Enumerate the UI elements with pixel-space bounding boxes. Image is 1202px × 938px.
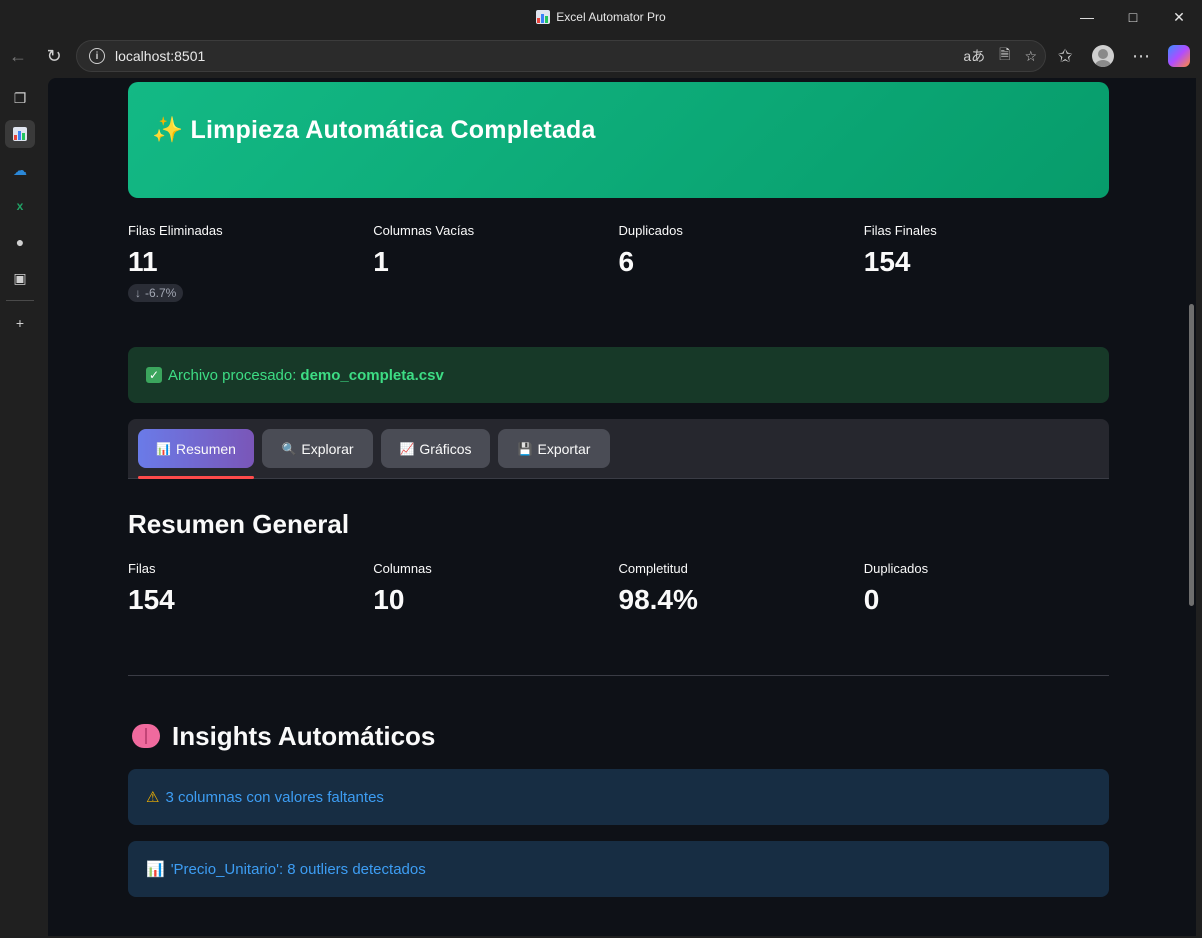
window-title-text: Excel Automator Pro bbox=[556, 10, 666, 24]
screen-icon[interactable]: ▣ bbox=[5, 264, 35, 292]
sparkles-icon: ✨ bbox=[152, 115, 184, 144]
tab-exportar[interactable]: 💾 Exportar bbox=[498, 429, 610, 468]
cleaning-metrics: Filas Eliminadas 11 ↓ -6.7% Columnas Vací… bbox=[128, 223, 1109, 302]
copilot-button[interactable] bbox=[1162, 38, 1196, 74]
close-button[interactable]: ✕ bbox=[1156, 0, 1202, 34]
minimize-button[interactable]: — bbox=[1064, 0, 1110, 34]
tab-actions-icon[interactable]: ❐ bbox=[5, 84, 35, 112]
insight-text: 3 columnas con valores faltantes bbox=[165, 788, 384, 806]
metric-label: Duplicados bbox=[618, 223, 683, 238]
metric-label: Filas Finales bbox=[863, 223, 937, 238]
profile-button[interactable] bbox=[1086, 38, 1120, 74]
favorite-star-icon[interactable]: ☆ bbox=[1024, 48, 1037, 65]
metric-rows: Filas 154 bbox=[128, 561, 373, 616]
floppy-disk-icon: 💾 bbox=[517, 441, 533, 456]
window-titlebar: Excel Automator Pro — □ ✕ bbox=[0, 0, 1202, 34]
excel-icon[interactable]: x bbox=[5, 192, 35, 220]
url-text[interactable]: localhost:8501 bbox=[115, 48, 205, 64]
more-menu-icon[interactable]: ⋯ bbox=[1124, 38, 1158, 74]
metric-label: Filas Eliminadas bbox=[128, 223, 223, 238]
metric-duplicates: Duplicados 6 bbox=[619, 223, 864, 302]
insight-outliers: 📊 'Precio_Unitario': 8 outliers detectad… bbox=[128, 841, 1109, 897]
metric-value: 6 bbox=[618, 246, 635, 277]
warning-icon: ⚠ bbox=[146, 789, 160, 806]
metric-value: 11 bbox=[128, 246, 158, 277]
browser-toolbar: ← ↻ i localhost:8501 aあ 🗎 ☆ ✩ ⋯ bbox=[0, 34, 1202, 78]
active-tab-indicator bbox=[138, 476, 254, 479]
maximize-button[interactable]: □ bbox=[1110, 0, 1156, 34]
read-aloud-icon[interactable]: aあ bbox=[963, 46, 985, 66]
banner-title-text: Limpieza Automática Completada bbox=[190, 115, 596, 144]
insight-missing-values: ⚠ 3 columnas con valores faltantes bbox=[128, 769, 1109, 825]
refresh-button[interactable]: ↻ bbox=[36, 38, 72, 74]
onedrive-icon[interactable]: ☁ bbox=[5, 156, 35, 184]
metric-rows-removed: Filas Eliminadas 11 ↓ -6.7% bbox=[128, 223, 373, 302]
sidebar-tab-excel-automator[interactable] bbox=[5, 120, 35, 148]
metric-delta: ↓ -6.7% bbox=[128, 284, 184, 302]
metric-delta-text: -6.7% bbox=[145, 286, 177, 300]
metric-value: 154 bbox=[863, 246, 911, 277]
bar-chart-icon bbox=[536, 10, 551, 24]
tab-label: Gráficos bbox=[419, 440, 472, 457]
success-alert: ✓ Archivo procesado: demo_completa.csv bbox=[128, 347, 1109, 403]
bar-chart-icon: 📊 bbox=[146, 861, 165, 878]
check-icon: ✓ bbox=[146, 367, 162, 383]
sidebar-divider bbox=[6, 300, 34, 301]
tab-label: Explorar bbox=[301, 440, 354, 457]
avatar[interactable] bbox=[1092, 45, 1114, 67]
line-chart-icon: 📈 bbox=[399, 441, 415, 456]
brain-icon bbox=[132, 724, 160, 748]
favorites-icon[interactable]: ✩ bbox=[1048, 38, 1082, 74]
metric-label: Filas bbox=[128, 561, 156, 576]
metric-label: Completitud bbox=[618, 561, 688, 576]
bar-chart-icon bbox=[13, 127, 27, 141]
scrollbar[interactable] bbox=[1189, 304, 1194, 606]
address-bar[interactable]: i localhost:8501 aあ 🗎 ☆ bbox=[76, 40, 1046, 72]
banner-title: ✨ Limpieza Automática Completada bbox=[152, 116, 596, 145]
tab-bar: 📊 Resumen 🔍 Explorar 📈 Gráficos 💾 Export… bbox=[128, 419, 1109, 479]
copilot-icon[interactable] bbox=[1168, 45, 1190, 67]
tab-label: Exportar bbox=[537, 440, 591, 457]
insight-text: 'Precio_Unitario': 8 outliers detectados bbox=[170, 860, 426, 878]
summary-metrics: Filas 154 Columnas 10 Completitud 98.4% … bbox=[128, 561, 1109, 616]
insights-title-text: Insights Automáticos bbox=[172, 721, 436, 751]
section-divider bbox=[128, 675, 1109, 676]
metric-columns: Columnas 10 bbox=[373, 561, 618, 616]
insights-title: Insights Automáticos bbox=[132, 721, 435, 752]
bar-chart-icon: 📊 bbox=[156, 441, 172, 456]
add-icon[interactable]: + bbox=[5, 309, 35, 337]
metric-final-rows: Filas Finales 154 bbox=[864, 223, 1109, 302]
tab-label: Resumen bbox=[176, 440, 236, 457]
reader-view-icon[interactable]: 🗎 bbox=[999, 44, 1010, 68]
metric-completeness: Completitud 98.4% bbox=[619, 561, 864, 616]
metric-value: 1 bbox=[373, 246, 389, 277]
metric-label: Columnas Vacías bbox=[373, 223, 475, 238]
arrow-down-icon: ↓ bbox=[135, 286, 141, 300]
github-icon[interactable]: ● bbox=[5, 228, 35, 256]
back-button[interactable]: ← bbox=[0, 38, 36, 74]
metric-value: 10 bbox=[373, 584, 405, 615]
cleaning-complete-banner: ✨ Limpieza Automática Completada bbox=[128, 82, 1109, 198]
page-viewport: ✨ Limpieza Automática Completada Filas E… bbox=[48, 78, 1196, 936]
metric-value: 98.4% bbox=[618, 584, 698, 615]
metric-label: Duplicados bbox=[863, 561, 929, 576]
metric-duplicates-final: Duplicados 0 bbox=[864, 561, 1109, 616]
summary-title: Resumen General bbox=[128, 509, 350, 539]
metric-empty-columns: Columnas Vacías 1 bbox=[373, 223, 618, 302]
metric-value: 154 bbox=[128, 584, 175, 615]
browser-sidebar: ❐ ☁ x ● ▣ + bbox=[0, 78, 40, 938]
tab-explorar[interactable]: 🔍 Explorar bbox=[262, 429, 373, 468]
magnifier-icon: 🔍 bbox=[281, 441, 297, 456]
tab-graficos[interactable]: 📈 Gráficos bbox=[381, 429, 490, 468]
site-info-icon[interactable]: i bbox=[89, 48, 105, 64]
tab-resumen[interactable]: 📊 Resumen bbox=[138, 429, 254, 468]
processed-filename: demo_completa.csv bbox=[300, 366, 444, 384]
metric-label: Columnas bbox=[373, 561, 432, 576]
window-title: Excel Automator Pro bbox=[536, 10, 666, 24]
metric-value: 0 bbox=[863, 584, 880, 615]
success-prefix: Archivo procesado: bbox=[168, 366, 297, 384]
